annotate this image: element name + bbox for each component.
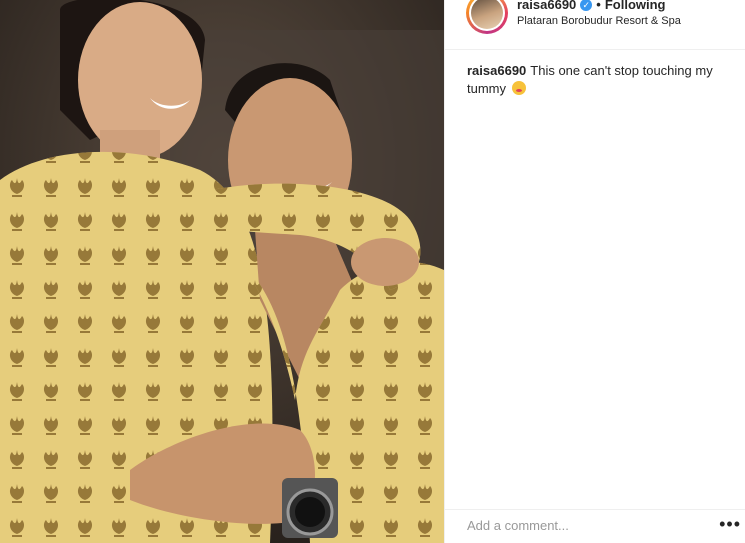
post-photo[interactable] xyxy=(0,0,444,543)
caption: raisa6690 This one can't stop touching my… xyxy=(467,62,731,98)
avatar-image xyxy=(471,0,503,29)
caption-username-link[interactable]: raisa6690 xyxy=(467,63,526,78)
avatar-ring xyxy=(469,0,505,31)
comment-bar: ••• xyxy=(445,509,745,543)
post-header: raisa6690 ✓ • Following Plataran Borobud… xyxy=(445,0,745,50)
post-details-panel: raisa6690 ✓ • Following Plataran Borobud… xyxy=(444,0,745,543)
following-button[interactable]: Following xyxy=(605,0,666,12)
username-link[interactable]: raisa6690 xyxy=(517,0,576,12)
verified-badge-icon: ✓ xyxy=(580,0,593,11)
kissing-face-icon xyxy=(511,81,526,95)
separator-dot: • xyxy=(596,0,601,12)
more-options-icon[interactable]: ••• xyxy=(719,514,741,535)
avatar[interactable] xyxy=(466,0,508,34)
comment-input[interactable] xyxy=(467,518,687,533)
username-row: raisa6690 ✓ • Following xyxy=(517,0,666,12)
location-link[interactable]: Plataran Borobudur Resort & Spa xyxy=(517,15,681,27)
